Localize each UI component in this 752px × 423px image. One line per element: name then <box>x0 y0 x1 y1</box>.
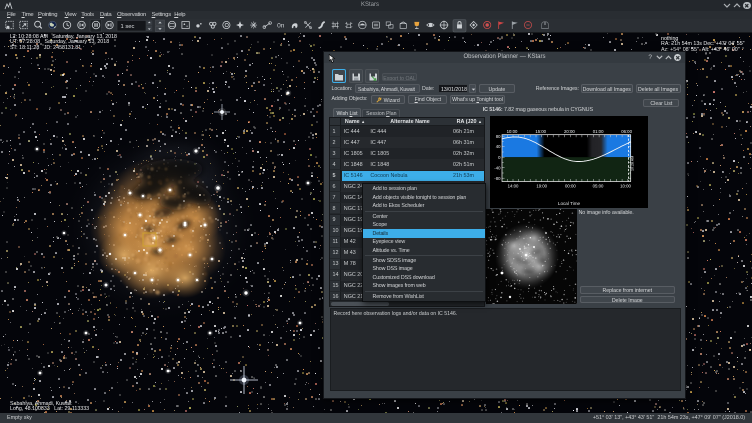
svg-text:1 sec: 1 sec <box>121 24 135 30</box>
svg-text:15:00: 15:00 <box>535 129 546 134</box>
svg-text:20:00: 20:00 <box>564 129 575 134</box>
svg-text:40: 40 <box>495 144 500 149</box>
svg-text:0: 0 <box>498 154 501 159</box>
svg-text:05:00: 05:00 <box>592 183 603 188</box>
svg-text:-80: -80 <box>494 175 501 180</box>
svg-text:19:00: 19:00 <box>536 183 547 188</box>
svg-text:-40: -40 <box>494 165 501 170</box>
svg-text:10:00: 10:00 <box>506 129 517 134</box>
svg-text:Local Time: Local Time <box>557 201 580 206</box>
svg-text:80: 80 <box>495 133 500 138</box>
svg-text:0n: 0n <box>277 22 285 29</box>
svg-text:10:28 AM: 10:28 AM <box>630 155 634 170</box>
svg-text:06:00: 06:00 <box>621 129 632 134</box>
svg-text:14:00: 14:00 <box>507 183 518 188</box>
svg-text:00:00: 00:00 <box>565 183 576 188</box>
svg-text:01:00: 01:00 <box>592 129 603 134</box>
svg-text:10:00: 10:00 <box>620 183 631 188</box>
